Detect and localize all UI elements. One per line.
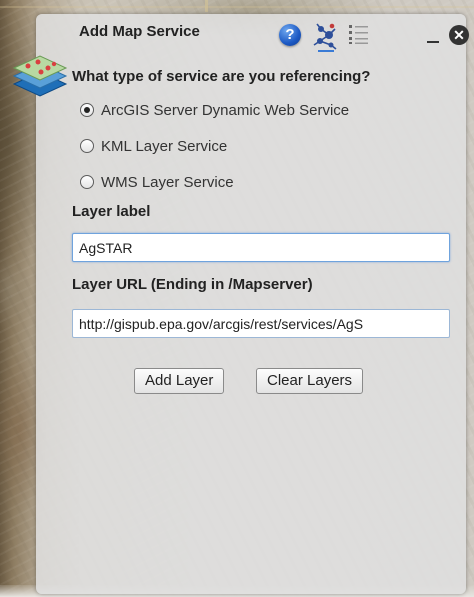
active-tab-indicator: [318, 50, 334, 52]
service-type-question: What type of service are you referencing…: [72, 68, 371, 85]
radio-button[interactable]: [80, 139, 94, 153]
radio-button[interactable]: [80, 175, 94, 189]
help-icon[interactable]: ?: [279, 24, 301, 46]
layer-label-input[interactable]: [72, 233, 450, 262]
radio-wms-layer[interactable]: WMS Layer Service: [80, 172, 234, 192]
layer-url-input[interactable]: [72, 309, 450, 338]
add-layer-button[interactable]: Add Layer: [134, 368, 225, 394]
radio-label: WMS Layer Service: [101, 173, 234, 191]
panel-titlebar[interactable]: Add Map Service ? ✕: [36, 14, 469, 52]
add-map-service-panel: Add Map Service ? ✕ What type of service…: [12, 14, 469, 594]
radio-label: KML Layer Service: [101, 137, 228, 155]
services-icon[interactable]: [311, 21, 339, 51]
map-layers-icon: [12, 55, 68, 97]
layer-label-heading: Layer label: [72, 203, 151, 220]
list-icon[interactable]: [348, 23, 370, 45]
close-icon[interactable]: ✕: [449, 25, 469, 45]
radio-kml-layer[interactable]: KML Layer Service: [80, 136, 227, 156]
panel-title: Add Map Service: [79, 23, 200, 40]
map-road: [0, 6, 474, 8]
layer-url-heading: Layer URL (Ending in /Mapserver): [72, 276, 313, 293]
radio-label: ArcGIS Server Dynamic Web Service: [101, 101, 350, 119]
minimize-icon[interactable]: [426, 23, 440, 45]
clear-layers-button[interactable]: Clear Layers: [256, 368, 364, 394]
radio-button[interactable]: [80, 103, 94, 117]
radio-arcgis-dynamic[interactable]: ArcGIS Server Dynamic Web Service: [80, 100, 349, 120]
